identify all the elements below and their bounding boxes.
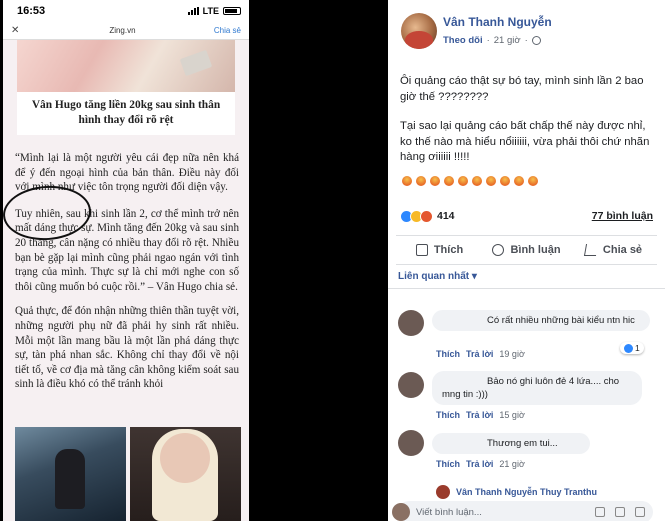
author-name[interactable]: Vân Thanh Nguyễn	[443, 15, 552, 29]
write-comment-input[interactable]: Viết bình luận...	[392, 501, 653, 521]
image-caption: Vân Hugo tăng liền 20kg sau sinh thân hì…	[17, 92, 235, 135]
comment-time: 15 giờ	[499, 410, 525, 420]
share-button[interactable]: Chia sẻ	[570, 243, 657, 256]
chevron-down-icon: ▾	[471, 270, 477, 282]
reaction-icons[interactable]	[400, 209, 433, 223]
battery-icon	[223, 7, 241, 15]
url-host[interactable]: Zing.vn	[31, 26, 214, 35]
comment-placeholder: Viết bình luận...	[416, 506, 482, 518]
status-time: 16:53	[17, 5, 46, 17]
post-line: Ôi quảng cáo thật sự bó tay, mình sinh l…	[400, 75, 644, 103]
comment-like-link[interactable]: Thích	[436, 459, 460, 469]
share-link[interactable]: Chia sẻ	[214, 26, 241, 35]
comment-sort-dropdown[interactable]: Liên quan nhất ▾	[388, 265, 665, 289]
gif-icon[interactable]	[635, 507, 645, 517]
reaction-count[interactable]: 414	[437, 210, 455, 222]
comment-bubble: Bảo nó ghi luôn đẻ 4 lứa.... cho mng tin…	[432, 371, 642, 405]
comment-time: 19 giờ	[499, 349, 525, 359]
underwater-photo	[15, 427, 126, 521]
article-bottom-image	[15, 427, 241, 521]
comment-text: Thương em tui...	[487, 438, 558, 449]
thumbs-up-icon	[415, 243, 428, 256]
comment-actions: Thích Trả lời 21 giờ	[436, 459, 525, 469]
angry-emoji-icon	[500, 175, 510, 186]
article-top-image	[17, 40, 235, 92]
comment-like-link[interactable]: Thích	[436, 349, 460, 359]
signal-icon	[187, 7, 199, 15]
like-icon	[624, 343, 633, 353]
commenter-avatar[interactable]	[398, 372, 424, 398]
comment-text: Bảo nó ghi luôn đẻ 4 lứa.... cho mng tin…	[442, 376, 620, 400]
status-bar: 16:53 LTE	[3, 0, 249, 22]
comment-like-badge[interactable]: 1	[620, 342, 644, 354]
comment-bubble: Có rất nhiều những bài kiểu ntn hic	[432, 310, 650, 331]
browser-url-bar: ✕ Zing.vn Chia sẻ	[3, 22, 249, 40]
camera-icon[interactable]	[615, 507, 625, 517]
commenter-avatar[interactable]	[398, 430, 424, 456]
comment-reply-link[interactable]: Trả lời	[466, 410, 493, 420]
comment-icon	[492, 243, 505, 256]
comment-time: 21 giờ	[499, 459, 525, 469]
comment-text: Có rất nhiều những bài kiểu ntn hic	[487, 315, 635, 326]
angry-emoji-icon	[528, 175, 538, 186]
article-paragraph: Quả thực, để đón nhận những thiên thần t…	[15, 305, 239, 391]
commenter-avatar[interactable]	[398, 310, 424, 336]
angry-reaction-icon	[420, 209, 433, 223]
comment-bubble: Thương em tui...	[432, 433, 590, 454]
phone-screenshot: 16:53 LTE ✕ Zing.vn Chia sẻ Vân Hugo tăn…	[3, 0, 249, 521]
comment-count[interactable]: 77 bình luận	[592, 210, 653, 222]
angry-emoji-icon	[486, 175, 496, 186]
comment-tools	[595, 507, 645, 517]
share-icon	[583, 243, 598, 256]
like-button[interactable]: Thích	[396, 243, 483, 256]
comment-actions: Thích Trả lời 19 giờ	[436, 349, 525, 359]
angry-emoji-icon	[458, 175, 468, 186]
reply-names: Vân Thanh Nguyễn Thuy Tranthu	[456, 487, 598, 497]
post-line: Tại sao lại quảng cáo bất chấp thế này đ…	[400, 120, 650, 163]
post-header: Vân Thanh Nguyễn Theo dõi · 21 giờ ·	[388, 0, 665, 49]
angry-emoji-icon	[402, 175, 412, 186]
reply-preview[interactable]: Vân Thanh Nguyễn Thuy Tranthu	[436, 485, 597, 499]
network-label: LTE	[202, 6, 219, 16]
globe-icon	[531, 36, 541, 45]
angry-emoji-row	[388, 175, 665, 186]
reply-avatar	[436, 485, 450, 499]
my-avatar	[392, 503, 410, 521]
reactions-bar: 414 77 bình luận	[388, 209, 665, 223]
comment-like-link[interactable]: Thích	[436, 410, 460, 420]
comment-reply-link[interactable]: Trả lời	[466, 459, 493, 469]
angry-emoji-icon	[514, 175, 524, 186]
facebook-post: Vân Thanh Nguyễn Theo dõi · 21 giờ · Ôi …	[388, 0, 665, 521]
comment-button[interactable]: Bình luận	[483, 243, 570, 256]
post-time[interactable]: 21 giờ	[494, 35, 521, 46]
handbag-image	[179, 49, 213, 77]
emoji-icon[interactable]	[595, 507, 605, 517]
signal-indicators: LTE	[187, 6, 241, 16]
comment-reply-link[interactable]: Trả lời	[466, 349, 493, 359]
angry-emoji-icon	[472, 175, 482, 186]
angry-emoji-icon	[444, 175, 454, 186]
close-icon[interactable]: ✕	[11, 25, 31, 36]
post-text: Ôi quảng cáo thật sự bó tay, mình sinh l…	[388, 74, 665, 166]
portrait-photo	[130, 427, 241, 521]
angry-emoji-icon	[430, 175, 440, 186]
angry-emoji-icon	[416, 175, 426, 186]
post-meta: Theo dõi · 21 giờ ·	[443, 35, 552, 46]
post-actions: Thích Bình luận Chia sẻ	[396, 234, 657, 265]
follow-button[interactable]: Theo dõi	[443, 35, 483, 46]
avatar[interactable]	[401, 13, 437, 49]
comment-actions: Thích Trả lời 15 giờ	[436, 410, 525, 420]
